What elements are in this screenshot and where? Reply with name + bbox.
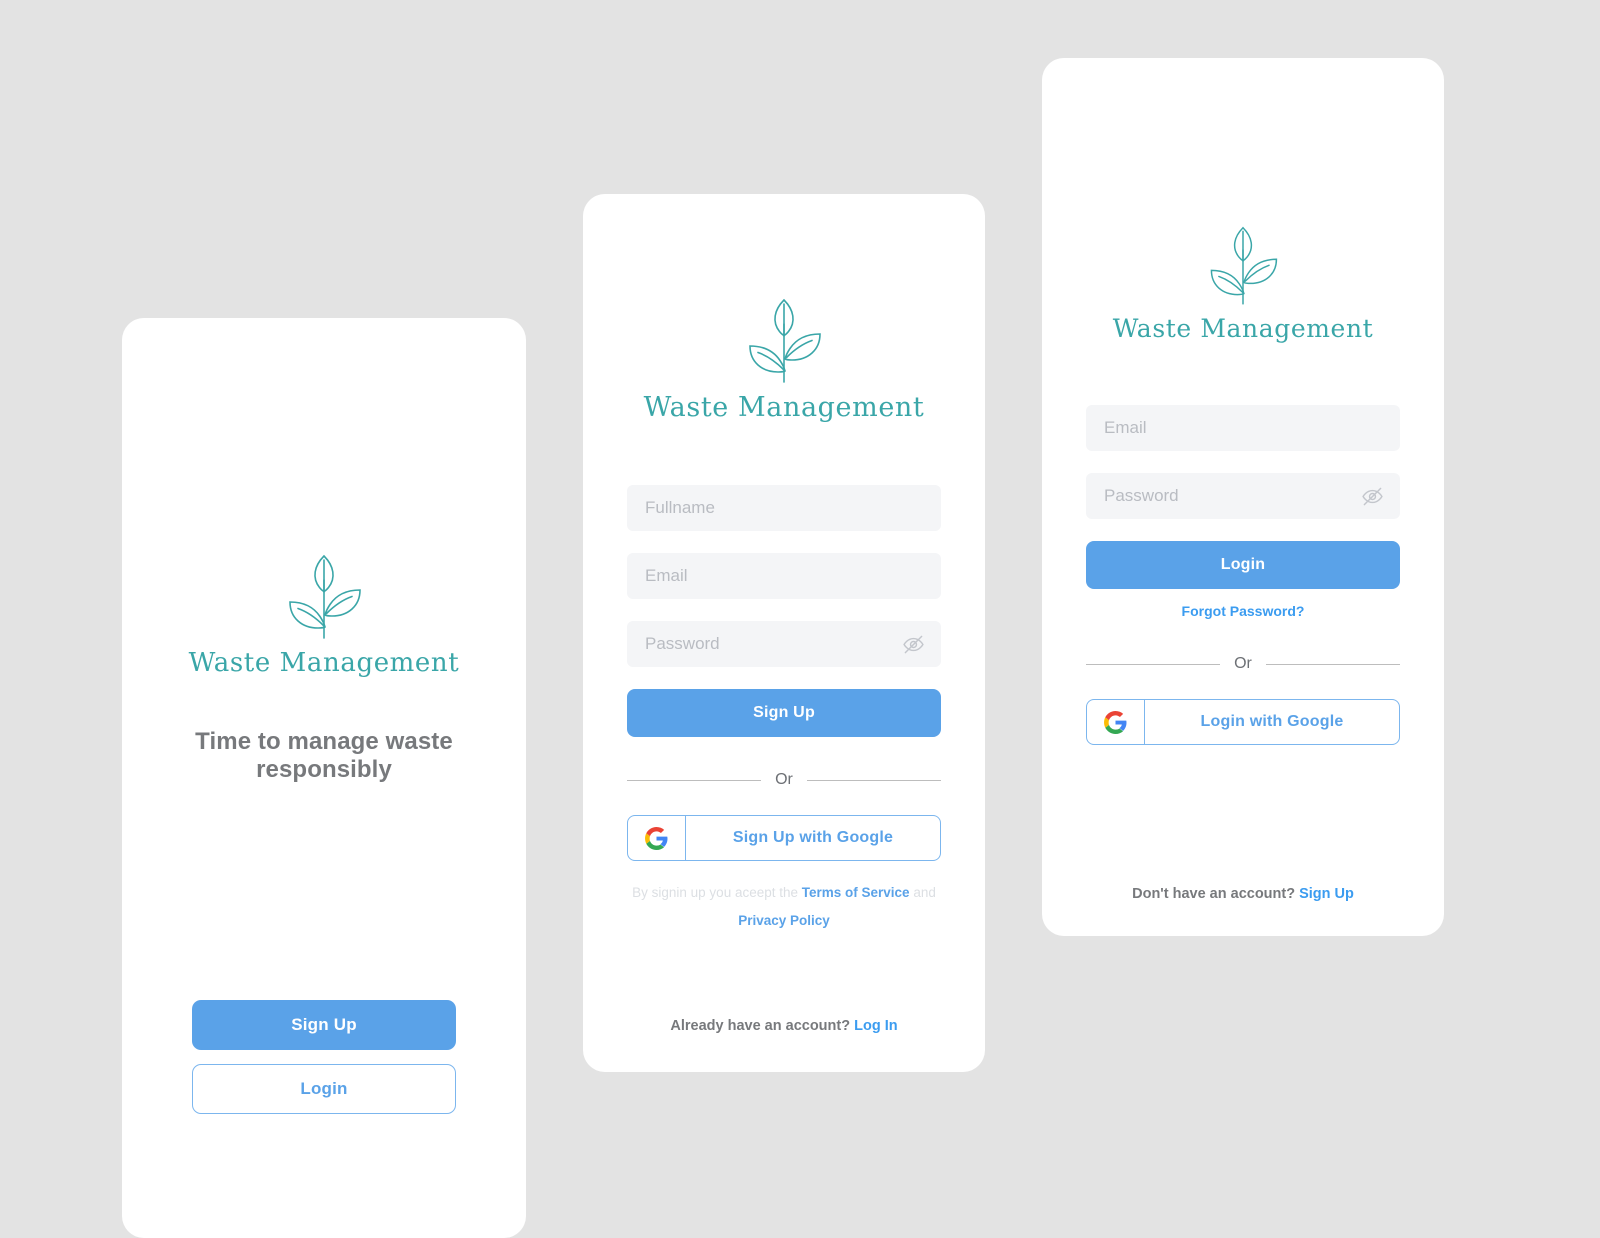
login-submit-button[interactable]: Login [1086,541,1400,589]
brand-logo: Waste Management [1086,218,1400,343]
privacy-policy-link[interactable]: Privacy Policy [738,913,830,928]
tagline: Time to manage waste responsibly [195,728,453,784]
divider-line-right [1265,663,1400,665]
login-with-google-label: Login with Google [1200,713,1344,730]
email-field-wrap [627,553,941,599]
brand-name: Waste Management [188,648,460,678]
divider-label: Or [1234,655,1252,672]
fullname-input[interactable] [627,485,941,531]
eye-off-icon[interactable] [1360,484,1384,508]
terms-prefix: By signin up you aceept the [632,885,802,900]
divider-line-right [806,779,941,781]
signup-with-google-label: Sign Up with Google [732,829,894,846]
signup-bottom-note: Already have an account? Log In [583,1018,985,1034]
terms-of-service-link[interactable]: Terms of Service [802,885,910,900]
forgot-password-link[interactable]: Forgot Password? [1182,603,1305,619]
signup-submit-button[interactable]: Sign Up [627,689,941,737]
divider-line-left [627,779,762,781]
welcome-content: Waste Management Time to manage waste re… [122,546,526,785]
sign-up-link[interactable]: Sign Up [1299,886,1354,902]
brand-logo: Waste Management [122,546,526,678]
brand-name: Waste Management [643,392,925,423]
forgot-password-wrap: Forgot Password? [1086,603,1400,621]
password-field-wrap [627,621,941,667]
login-card: Waste Management Login Forgot Password? … [1042,58,1444,936]
google-g-icon [628,816,686,860]
email-field-wrap [1086,405,1400,451]
email-input[interactable] [1086,405,1400,451]
login-button[interactable]: Login [192,1064,456,1114]
welcome-card: Waste Management Time to manage waste re… [122,318,526,1238]
fullname-field-wrap [627,485,941,531]
login-content: Waste Management Login Forgot Password? … [1086,218,1400,745]
login-bottom-note-text: Don't have an account? [1132,886,1300,902]
signup-content: Waste Management Sign Up Or [627,290,941,934]
login-bottom-note: Don't have an account? Sign Up [1042,886,1444,902]
or-divider: Or [1086,655,1400,673]
email-input[interactable] [627,553,941,599]
signup-bottom-note-text: Already have an account? [670,1018,855,1034]
password-input[interactable] [627,621,941,667]
terms-text: By signin up you aceept the Terms of Ser… [627,879,941,934]
signup-with-google-button[interactable]: Sign Up with Google [627,815,941,861]
divider-line-left [1086,663,1221,665]
signup-card: Waste Management Sign Up Or [583,194,985,1072]
password-field-wrap [1086,473,1400,519]
brand-name: Waste Management [1112,314,1374,343]
login-with-google-button[interactable]: Login with Google [1086,699,1400,745]
signup-button[interactable]: Sign Up [192,1000,456,1050]
brand-logo: Waste Management [627,290,941,423]
terms-middle: and [909,885,936,900]
google-g-icon [1087,700,1145,744]
divider-label: Or [775,771,793,788]
plant-sprout-leaf-icon [289,554,361,639]
eye-off-icon[interactable] [901,632,925,656]
plant-sprout-leaf-icon [749,298,821,383]
welcome-actions: Sign Up Login [192,1000,456,1114]
password-input[interactable] [1086,473,1400,519]
plant-sprout-leaf-icon [1210,226,1278,305]
or-divider: Or [627,771,941,789]
log-in-link[interactable]: Log In [854,1018,898,1034]
